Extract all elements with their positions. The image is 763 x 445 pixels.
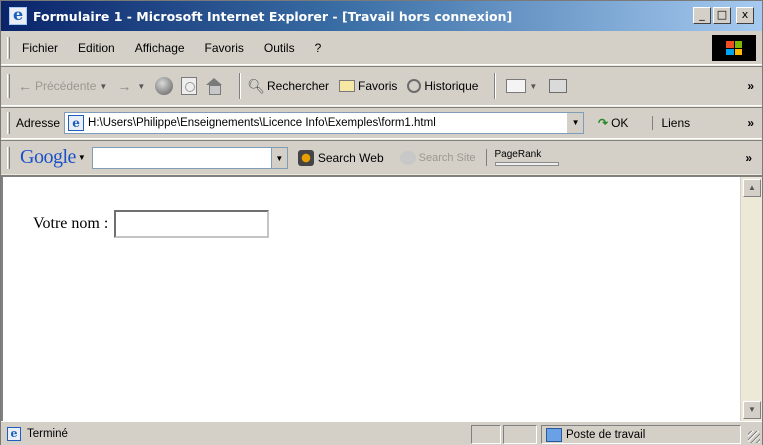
back-button[interactable]: ← Précédente ▼ [18, 78, 107, 94]
address-grip[interactable] [7, 112, 10, 134]
links-chevron-icon[interactable]: » [747, 116, 754, 130]
minimize-button[interactable]: _ [693, 7, 711, 24]
status-bar: e Terminé Poste de travail [1, 421, 762, 445]
menu-fichier[interactable]: Fichier [22, 41, 58, 55]
google-history-dropdown-icon[interactable]: ▼ [271, 146, 288, 169]
pagerank-bar [494, 162, 559, 166]
search-site-label: Search Site [418, 151, 476, 164]
toolbar-separator [494, 73, 497, 99]
google-logo[interactable]: Google [20, 146, 76, 169]
google-overflow-chevron-icon[interactable]: » [745, 151, 752, 165]
windows-flag-icon [726, 41, 742, 55]
forward-button[interactable]: → ▼ [117, 78, 145, 94]
search-site-button[interactable]: Search Site [399, 150, 476, 165]
google-search-input[interactable] [91, 146, 272, 169]
security-zone[interactable]: Poste de travail [541, 425, 741, 444]
windows-logo [712, 35, 756, 61]
scroll-down-icon[interactable]: ▼ [743, 401, 761, 419]
page-icon: e [68, 115, 85, 131]
pagerank-indicator[interactable]: PageRank [485, 149, 559, 166]
go-button[interactable]: ↷ OK [598, 116, 628, 130]
title-bar: Formulaire 1 - Microsoft Internet Explor… [1, 1, 762, 31]
status-panel [503, 425, 537, 444]
window-controls: _ □ x [693, 7, 754, 24]
print-icon[interactable] [549, 79, 568, 93]
vertical-scrollbar[interactable]: ▲ ▼ [740, 177, 762, 421]
mail-icon[interactable] [506, 79, 527, 93]
name-form-row: Votre nom : [33, 210, 270, 238]
menu-outils[interactable]: Outils [264, 41, 295, 55]
search-icon: 🔍︎ [247, 77, 266, 94]
back-arrow-icon: ← [18, 78, 32, 94]
links-button[interactable]: Liens [652, 116, 690, 130]
go-arrow-icon: ↷ [598, 116, 609, 130]
menu-bar-grip[interactable] [7, 36, 10, 59]
scroll-up-icon[interactable]: ▲ [743, 179, 761, 197]
google-grip[interactable] [7, 146, 10, 169]
computer-icon [546, 427, 562, 442]
name-field-label: Votre nom : [33, 215, 109, 232]
search-web-icon [297, 149, 314, 166]
name-input[interactable] [114, 210, 270, 238]
status-page-icon: e [7, 426, 21, 441]
address-dropdown-icon[interactable]: ▼ [567, 113, 584, 133]
menu-bar: Fichier Edition Affichage Favoris Outils… [1, 31, 762, 65]
toolbar-overflow-chevron-icon[interactable]: » [747, 79, 754, 93]
address-label: Adresse [16, 116, 61, 130]
favorites-label: Favoris [358, 79, 398, 93]
stop-icon[interactable] [155, 77, 174, 95]
close-button[interactable]: x [736, 7, 754, 24]
menu-help[interactable]: ? [315, 41, 322, 55]
resize-grip-icon[interactable] [748, 431, 760, 443]
browser-window: Formulaire 1 - Microsoft Internet Explor… [0, 0, 763, 445]
ie-app-icon[interactable] [9, 5, 27, 25]
history-icon [407, 79, 422, 93]
maximize-button[interactable]: □ [713, 7, 731, 24]
forward-arrow-icon: → [117, 78, 132, 94]
google-logo-text: Google [20, 146, 76, 168]
address-bar: Adresse e H:\Users\Philippe\Enseignement… [1, 107, 762, 139]
back-dropdown-icon[interactable]: ▼ [99, 82, 107, 91]
toolbar-separator [239, 73, 242, 99]
pagerank-label: PageRank [494, 149, 542, 160]
zone-label: Poste de travail [566, 428, 646, 441]
go-label: OK [611, 116, 629, 130]
toolbar-grip[interactable] [7, 74, 10, 98]
home-icon[interactable] [205, 78, 223, 95]
history-button[interactable]: Historique [407, 79, 478, 93]
back-label: Précédente [35, 79, 97, 93]
menu-edition[interactable]: Edition [78, 41, 115, 55]
standard-toolbar: ← Précédente ▼ → ▼ 🔍︎ Rechercher Favoris… [1, 66, 762, 106]
refresh-icon[interactable] [181, 77, 198, 95]
mail-dropdown-icon[interactable]: ▼ [529, 82, 537, 91]
address-field[interactable]: e H:\Users\Philippe\Enseignements\Licenc… [64, 112, 585, 134]
search-web-button[interactable]: Search Web [297, 149, 384, 166]
search-label: Rechercher [267, 79, 330, 93]
forward-dropdown-icon[interactable]: ▼ [137, 82, 145, 91]
google-menu-dropdown-icon[interactable]: ▼ [78, 153, 86, 162]
history-label: Historique [424, 79, 479, 93]
search-site-icon [399, 150, 416, 165]
menu-favoris[interactable]: Favoris [205, 41, 244, 55]
favorites-icon [339, 80, 356, 92]
status-text: Terminé [27, 427, 68, 440]
menu-affichage[interactable]: Affichage [135, 41, 185, 55]
status-panel [471, 425, 501, 444]
page-content: Votre nom : ▲ ▼ [1, 175, 762, 421]
google-toolbar: Google ▼ ▼ Search Web Search Site PageRa… [1, 140, 762, 174]
search-button[interactable]: 🔍︎ Rechercher [247, 78, 329, 95]
address-value[interactable]: H:\Users\Philippe\Enseignements\Licence … [88, 117, 567, 129]
window-title: Formulaire 1 - Microsoft Internet Explor… [33, 8, 513, 24]
search-web-label: Search Web [317, 150, 384, 165]
favorites-button[interactable]: Favoris [339, 79, 397, 93]
